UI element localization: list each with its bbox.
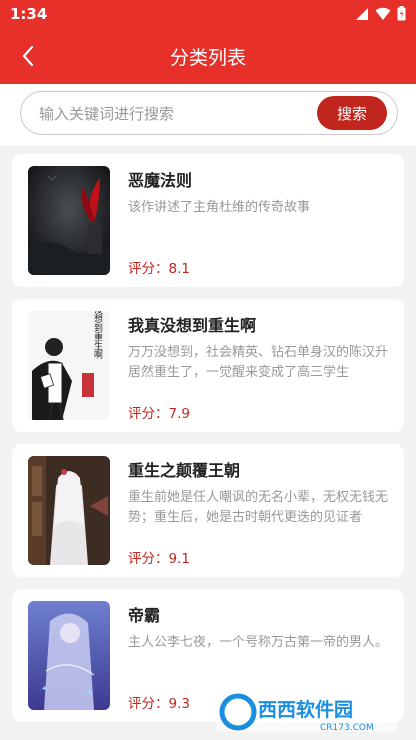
app-bar: 分类列表 xyxy=(0,28,416,84)
signal-icon xyxy=(356,7,368,20)
book-rating: 评分：8.1 xyxy=(128,261,190,277)
book-description: 万万没想到，社会精英、钻石单身汉的陈汉升居然重生了，一觉醒来变成了高三学生 xyxy=(128,345,389,380)
book-card[interactable]: 我真没想到重生啊 我真没想到重生啊 万万没想到，社会精英、钻石单身汉的陈汉升居然… xyxy=(12,299,404,432)
book-title: 我真没想到重生啊 xyxy=(128,316,257,335)
book-description: 主人公李七夜，一个号称万古第一帝的男人。 xyxy=(128,635,389,650)
battery-icon xyxy=(397,6,406,21)
page-title: 分类列表 xyxy=(169,47,246,69)
watermark-text: 西西软件园 xyxy=(258,698,353,721)
book-cover-image xyxy=(28,601,110,710)
book-card[interactable]: 恶魔法则 该作讲述了主角杜维的传奇故事 评分：8.1 xyxy=(12,154,404,287)
status-icons xyxy=(355,6,406,21)
book-rating: 评分：7.9 xyxy=(128,406,190,422)
book-title: 重生之颠覆王朝 xyxy=(128,461,241,480)
book-cover: 我真没想到重生啊 xyxy=(28,311,110,420)
book-cover xyxy=(28,601,110,710)
book-cover-title: 我真没想到重生啊 xyxy=(92,311,103,360)
book-cover-image: 我真没想到重生啊 xyxy=(28,311,110,420)
book-description: 该作讲述了主角杜维的传奇故事 xyxy=(128,200,311,215)
book-cover-image xyxy=(28,456,110,565)
book-cover xyxy=(28,166,110,275)
search-box: 搜索 xyxy=(20,91,398,135)
book-cover xyxy=(28,456,110,565)
watermark: 西西软件园 CR173.COM xyxy=(216,692,398,733)
book-cover-image xyxy=(28,166,110,275)
status-bar: 1:34 xyxy=(0,0,416,28)
book-description: 重生前她是任人嘲讽的无名小辈，无权无钱无势；重生后，她是古时朝代更迭的见证者 xyxy=(128,490,389,525)
search-button[interactable]: 搜索 xyxy=(317,96,387,130)
book-card[interactable]: 重生之颠覆王朝 重生前她是任人嘲讽的无名小辈，无权无钱无势；重生后，她是古时朝代… xyxy=(12,444,404,577)
wifi-icon xyxy=(375,7,391,20)
search-input[interactable] xyxy=(37,100,311,128)
status-time: 1:34 xyxy=(10,5,48,23)
book-rating: 评分：9.1 xyxy=(128,551,190,567)
watermark-subtext: CR173.COM xyxy=(320,723,374,733)
search-bar: 搜索 xyxy=(0,84,416,146)
book-list: 恶魔法则 该作讲述了主角杜维的传奇故事 评分：8.1 我真没想到重生啊 我真没想… xyxy=(12,154,404,734)
book-rating: 评分：9.3 xyxy=(128,696,190,712)
book-title: 帝霸 xyxy=(128,606,161,625)
book-title: 恶魔法则 xyxy=(128,171,193,190)
